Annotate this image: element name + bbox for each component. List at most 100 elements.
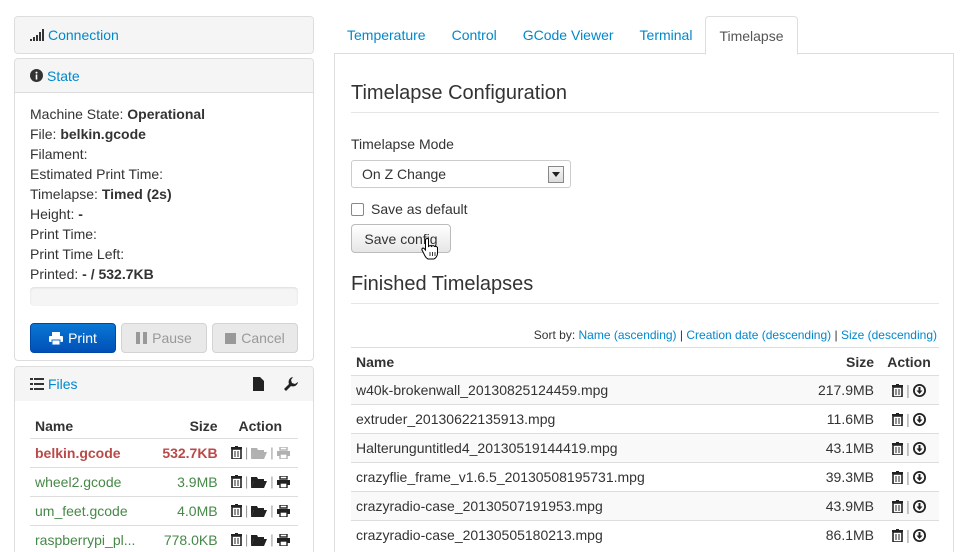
timelapse-size: 86.1MB [783,520,879,550]
download-icon[interactable] [912,441,926,455]
list-icon [30,378,44,390]
timelapse-row[interactable]: crazyradio-case_20130507191953.mpg 43.9M… [351,491,939,521]
signal-icon [30,29,44,41]
print-icon[interactable] [276,504,290,517]
timelapse-size: 43.9MB [783,491,879,521]
timelapse-mode-label: Timelapse Mode [351,136,454,152]
file-row[interactable]: raspberrypi_pl... 778.0KB | | [30,524,298,552]
sort-date-link[interactable]: Creation date (descending) [686,328,831,342]
tab-terminal[interactable]: Terminal [627,16,706,54]
state-line-print-time: Print Time: [30,226,97,242]
timelapse-name: crazyflie_frame_v1.6.5_20130508195731.mp… [351,462,784,492]
timelapse-row[interactable]: extruder_20130622135913.mpg 11.6MB | [351,404,939,434]
trash-icon[interactable] [230,533,242,547]
print-icon[interactable] [276,533,290,546]
cancel-button[interactable]: Cancel [212,323,298,353]
download-icon[interactable] [912,499,926,513]
trash-icon[interactable] [230,504,242,517]
trash-icon[interactable] [892,470,904,484]
file-size: 3.9MB [151,466,223,496]
file-name: raspberrypi_pl... [30,524,152,552]
connection-title: Connection [48,27,119,43]
info-icon [30,69,43,82]
files-col-size[interactable]: Size [151,414,223,438]
divider [351,303,939,304]
file-size: 532.7KB [151,437,223,467]
file-icon[interactable] [253,377,264,391]
timelapse-name: crazyradio-case_20130507191953.mpg [351,491,784,521]
select-arrow-icon [548,166,564,183]
state-line-filament: Filament: [30,146,88,162]
timelapse-mode-select[interactable]: On Z Change [351,160,571,188]
print-icon[interactable] [276,475,290,488]
timelapse-col-name: Name [351,347,784,376]
download-icon[interactable] [912,383,926,397]
state-line-machine: Machine State: Operational [30,106,206,122]
timelapse-row[interactable]: w40k-brokenwall_20130825124459.mpg 217.9… [351,375,939,405]
file-row[interactable]: wheel2.gcode 3.9MB | | [30,466,298,496]
folder-open-icon[interactable] [251,447,268,459]
sort-by-bar: Sort by: Name (ascending) | Creation dat… [533,328,937,342]
files-panel: Files Name Size Action belkin.gcode 532.… [14,366,314,552]
download-icon[interactable] [912,470,926,484]
timelapse-name: crazyradio-case_20130505180213.mpg [351,520,784,550]
tab-timelapse[interactable]: Timelapse [705,16,798,55]
tab-control[interactable]: Control [439,16,510,54]
trash-icon[interactable] [230,475,242,488]
connection-header[interactable]: Connection [15,17,313,53]
sort-name-link[interactable]: Name (ascending) [579,328,677,342]
timelapse-row[interactable]: crazyradio-case_20130505180213.mpg 86.1M… [351,520,939,550]
state-line-timelapse: Timelapse: Timed (2s) [30,186,172,202]
pause-button[interactable]: Pause [121,323,207,353]
finished-timelapses-title: Finished Timelapses [351,273,534,295]
trash-icon[interactable] [230,446,242,459]
trash-icon[interactable] [892,499,904,513]
timelapse-files-table: Name Size Action w40k-brokenwall_2013082… [351,347,939,550]
trash-icon[interactable] [892,441,904,455]
save-default-label: Save as default [371,201,468,217]
timelapse-row[interactable]: Halterunguntitled4_20130519144419.mpg 43… [351,433,939,463]
print-button[interactable]: Print [30,323,116,353]
state-line-printed: Printed: - / 532.7KB [30,266,154,282]
files-header[interactable]: Files [15,367,313,401]
file-name: wheel2.gcode [30,466,152,496]
trash-icon[interactable] [892,412,904,426]
files-col-name[interactable]: Name [30,414,151,438]
trash-icon[interactable] [892,528,904,542]
file-size: 4.0MB [151,495,223,525]
timelapse-row[interactable]: crazyflie_frame_v1.6.5_20130508195731.mp… [351,462,939,492]
timelapse-size: 11.6MB [783,404,879,434]
state-details: Machine State: Operational File: belkin.… [15,93,313,306]
folder-open-icon[interactable] [251,476,268,488]
state-header[interactable]: State [15,59,313,93]
hand-cursor-icon [421,238,439,260]
folder-open-icon[interactable] [251,505,268,517]
folder-open-icon[interactable] [251,534,268,546]
save-default-row: Save as default [351,201,468,217]
file-name: belkin.gcode [30,437,152,467]
state-line-estimated: Estimated Print Time: [30,166,164,182]
tab-gcode-viewer[interactable]: GCode Viewer [510,16,627,54]
timelapse-mode-value: On Z Change [362,166,447,182]
file-row[interactable]: belkin.gcode 532.7KB | | [30,437,298,467]
connection-panel: Connection [14,16,314,54]
tab-temperature[interactable]: Temperature [334,16,439,54]
state-line-time-left: Print Time Left: [30,246,125,262]
files-col-action: Action [238,417,283,434]
sort-size-link[interactable]: Size (descending) [841,328,937,342]
trash-icon[interactable] [892,383,904,397]
files-title: Files [48,376,78,392]
print-icon[interactable] [276,446,290,459]
timelapse-name: Halterunguntitled4_20130519144419.mpg [351,433,784,463]
file-name: um_feet.gcode [30,495,152,525]
print-progress-bar [30,287,298,306]
timelapse-name: extruder_20130622135913.mpg [351,404,784,434]
timelapse-col-size: Size [783,347,879,376]
file-row[interactable]: um_feet.gcode 4.0MB | | [30,495,298,525]
wrench-icon[interactable] [284,377,298,391]
state-title: State [47,67,80,84]
save-default-checkbox[interactable] [351,202,364,216]
download-icon[interactable] [912,412,926,426]
download-icon[interactable] [912,528,926,542]
pause-icon [136,332,148,344]
